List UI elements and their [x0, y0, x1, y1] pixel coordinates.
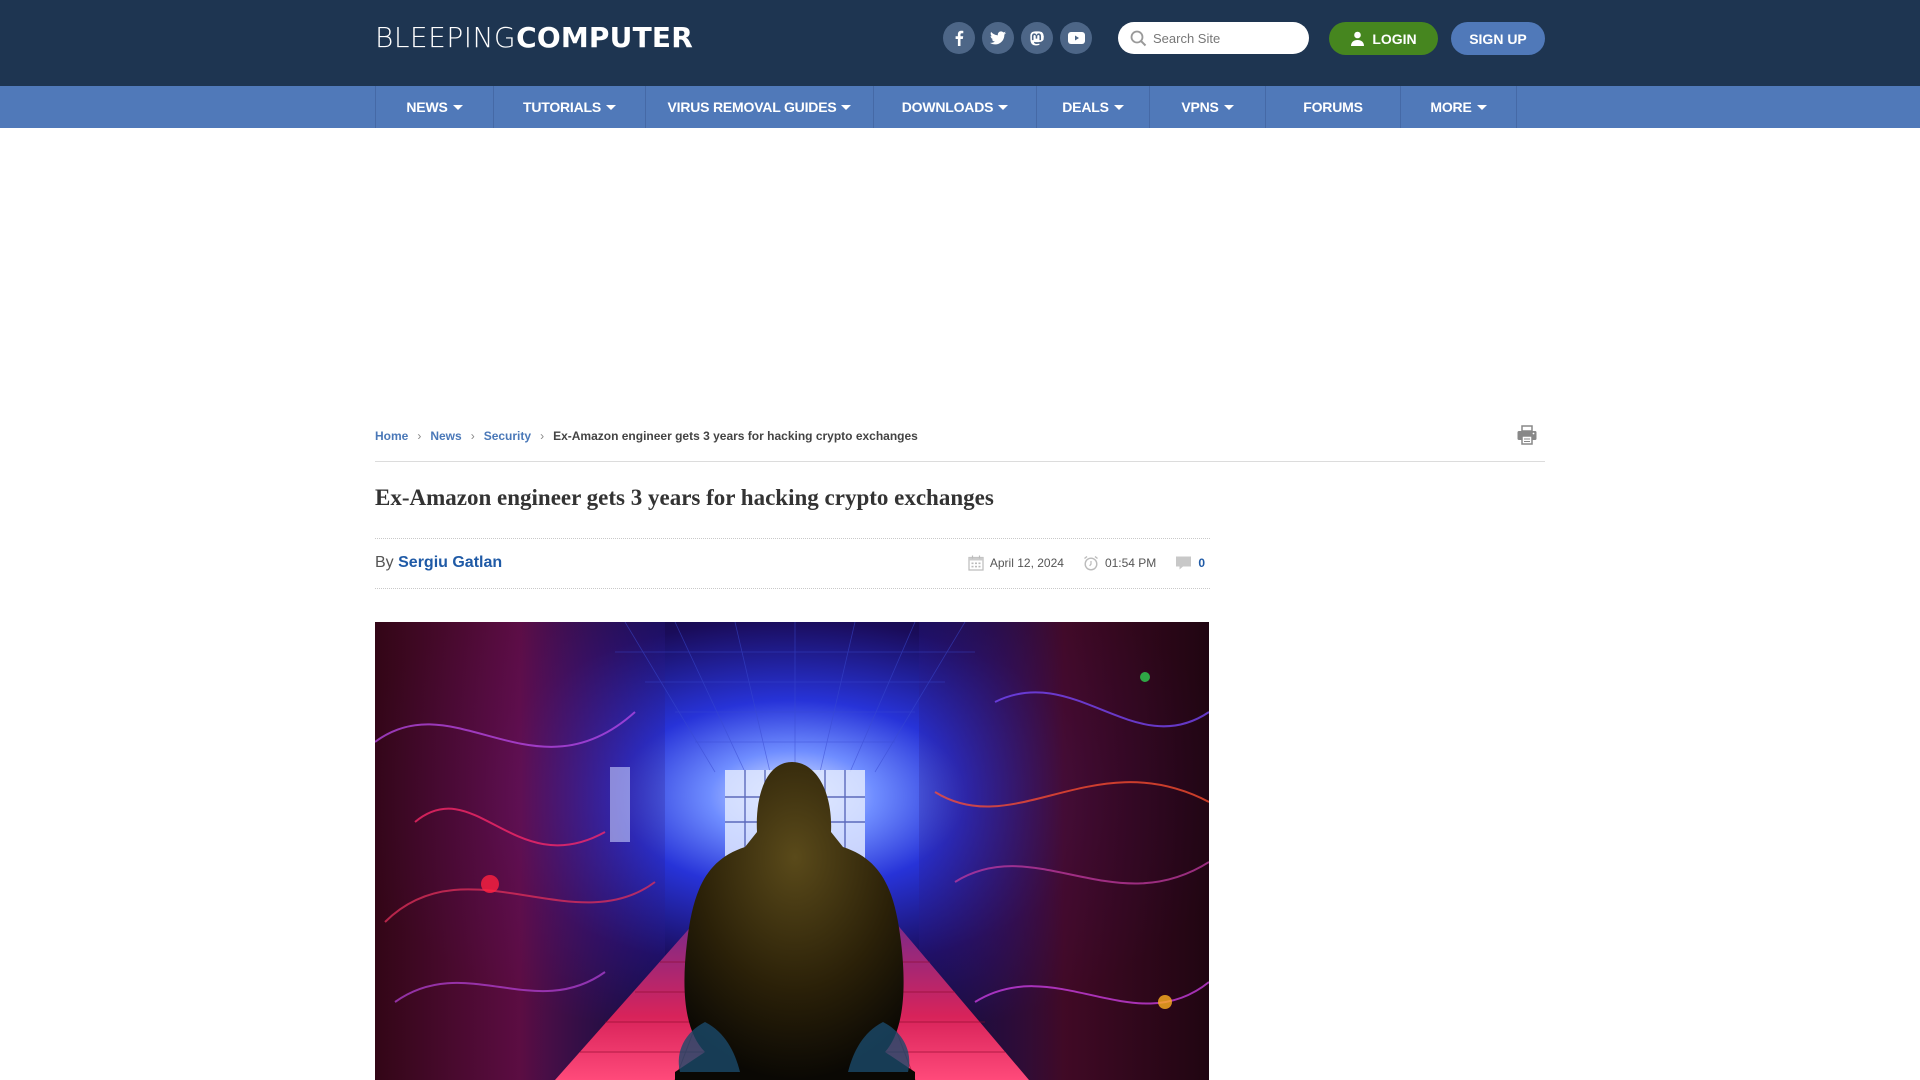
- breadcrumb: Home › News › Security › Ex-Amazon engin…: [375, 429, 918, 443]
- search-input[interactable]: [1153, 30, 1293, 46]
- by-label: By: [375, 554, 394, 571]
- print-button[interactable]: [1516, 424, 1538, 446]
- chevron-right-icon: ›: [540, 429, 545, 443]
- author-link[interactable]: Sergiu Gatlan: [398, 554, 502, 571]
- search-box[interactable]: [1118, 22, 1309, 54]
- nav-item-more[interactable]: MORE: [1401, 86, 1517, 128]
- signup-button[interactable]: SIGN UP: [1451, 22, 1545, 55]
- comments-count-link[interactable]: 0: [1198, 556, 1205, 570]
- breadcrumb-security[interactable]: Security: [484, 429, 531, 443]
- nav-label: FORUMS: [1303, 99, 1363, 115]
- twitter-link[interactable]: [982, 22, 1014, 54]
- meta-divider-bottom: [375, 588, 1210, 589]
- signup-label: SIGN UP: [1469, 30, 1527, 47]
- publish-date: April 12, 2024: [968, 555, 1064, 571]
- search-icon: [1130, 30, 1147, 46]
- breadcrumb-divider: [375, 461, 1545, 462]
- site-header: BLEEPINGCOMPUTER LOGIN SIGN UP: [0, 0, 1920, 86]
- caret-down-icon: [1113, 104, 1124, 110]
- twitter-icon: [990, 31, 1006, 45]
- caret-down-icon: [1476, 104, 1487, 110]
- breadcrumb-news[interactable]: News: [430, 429, 461, 443]
- mastodon-icon: [1030, 30, 1044, 45]
- hero-illustration: [375, 622, 1209, 1080]
- nav-item-forums[interactable]: FORUMS: [1266, 86, 1401, 128]
- meta-divider-top: [375, 538, 1210, 539]
- alarm-clock-icon: [1083, 555, 1099, 571]
- facebook-icon: [955, 30, 964, 46]
- mastodon-link[interactable]: [1021, 22, 1053, 54]
- caret-down-icon: [998, 104, 1009, 110]
- article-hero-image: [375, 622, 1209, 1080]
- nav-label: VIRUS REMOVAL GUIDES: [667, 99, 837, 115]
- nav-item-virus-removal-guides[interactable]: VIRUS REMOVAL GUIDES: [646, 86, 874, 128]
- comment-icon: [1175, 555, 1192, 571]
- facebook-link[interactable]: [943, 22, 975, 54]
- nav-label: NEWS: [406, 99, 448, 115]
- caret-down-icon: [1223, 104, 1234, 110]
- youtube-link[interactable]: [1060, 22, 1092, 54]
- time-text: 01:54 PM: [1104, 556, 1157, 570]
- youtube-icon: [1067, 32, 1085, 44]
- breadcrumb-home[interactable]: Home: [375, 429, 408, 443]
- logo-light-text: BLEEPING: [375, 21, 517, 54]
- caret-down-icon: [452, 104, 463, 110]
- byline: By Sergiu Gatlan: [375, 554, 502, 572]
- nav-label: VPNS: [1181, 99, 1219, 115]
- nav-label: MORE: [1430, 99, 1472, 115]
- login-button[interactable]: LOGIN: [1329, 22, 1438, 55]
- nav-label: DEALS: [1062, 99, 1109, 115]
- caret-down-icon: [841, 104, 852, 110]
- nav-item-vpns[interactable]: VPNS: [1150, 86, 1266, 128]
- calendar-icon: [968, 555, 984, 571]
- main-nav: NEWS TUTORIALS VIRUS REMOVAL GUIDES DOWN…: [0, 86, 1920, 128]
- logo-bold-text: COMPUTER: [516, 21, 693, 54]
- print-icon: [1517, 425, 1537, 445]
- caret-down-icon: [606, 104, 617, 110]
- nav-item-tutorials[interactable]: TUTORIALS: [494, 86, 646, 128]
- social-links: [943, 22, 1092, 54]
- nav-item-downloads[interactable]: DOWNLOADS: [874, 86, 1037, 128]
- user-icon: [1351, 31, 1365, 46]
- login-label: LOGIN: [1372, 30, 1417, 47]
- nav-label: TUTORIALS: [522, 99, 602, 115]
- comments-count[interactable]: 0: [1175, 555, 1205, 571]
- nav-item-news[interactable]: NEWS: [376, 86, 494, 128]
- chevron-right-icon: ›: [470, 429, 475, 443]
- date-text: April 12, 2024: [989, 556, 1064, 570]
- publish-time: 01:54 PM: [1083, 555, 1156, 571]
- nav-label: DOWNLOADS: [901, 99, 994, 115]
- chevron-right-icon: ›: [417, 429, 422, 443]
- site-logo[interactable]: BLEEPINGCOMPUTER: [375, 22, 693, 54]
- breadcrumb-current: Ex-Amazon engineer gets 3 years for hack…: [553, 429, 918, 443]
- article-title: Ex-Amazon engineer gets 3 years for hack…: [375, 485, 994, 510]
- article-meta: April 12, 2024 01:54 PM 0: [968, 555, 1205, 571]
- nav-item-deals[interactable]: DEALS: [1037, 86, 1150, 128]
